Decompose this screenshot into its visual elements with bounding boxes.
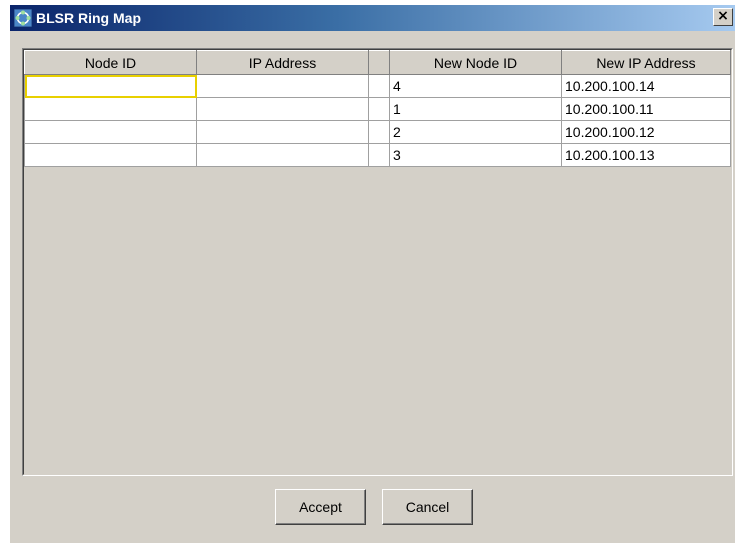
spacer-cell (368, 97, 390, 121)
spacer-cell (368, 120, 390, 144)
title-bar[interactable]: BLSR Ring Map × (10, 5, 735, 31)
accept-button[interactable]: Accept (275, 489, 366, 525)
close-icon: × (717, 8, 729, 24)
table-panel: Node ID IP Address New Node ID New IP Ad… (22, 48, 733, 476)
blsr-ring-map-dialog: BLSR Ring Map × Node ID IP Address New N… (9, 4, 735, 543)
node-id-cell[interactable] (24, 97, 197, 121)
column-header-node-id[interactable]: Node ID (24, 50, 197, 75)
ring-map-table: Node ID IP Address New Node ID New IP Ad… (24, 50, 731, 167)
new-ip-address-cell[interactable]: 10.200.100.11 (561, 97, 731, 121)
node-id-cell[interactable] (24, 74, 197, 98)
new-ip-address-cell[interactable]: 10.200.100.14 (561, 74, 731, 98)
new-ip-address-cell[interactable]: 10.200.100.12 (561, 120, 731, 144)
new-node-id-cell[interactable]: 2 (389, 120, 562, 144)
ip-address-cell[interactable] (196, 74, 369, 98)
ip-address-cell[interactable] (196, 97, 369, 121)
new-node-id-cell[interactable]: 3 (389, 143, 562, 167)
table-header-row: Node ID IP Address New Node ID New IP Ad… (24, 50, 731, 75)
column-header-new-node-id[interactable]: New Node ID (389, 50, 562, 75)
spacer-cell (368, 74, 390, 98)
node-id-cell[interactable] (24, 120, 197, 144)
column-header-new-ip-address[interactable]: New IP Address (561, 50, 731, 75)
close-button[interactable]: × (713, 8, 733, 26)
column-header-ip-address[interactable]: IP Address (196, 50, 369, 75)
column-header-spacer (368, 50, 390, 75)
new-node-id-cell[interactable]: 4 (389, 74, 562, 98)
spacer-cell (368, 143, 390, 167)
table-row: 4 10.200.100.14 (24, 74, 731, 98)
new-ip-address-cell[interactable]: 10.200.100.13 (561, 143, 731, 167)
table-row: 3 10.200.100.13 (24, 143, 731, 167)
window-title: BLSR Ring Map (36, 10, 141, 26)
table-row: 2 10.200.100.12 (24, 120, 731, 144)
new-node-id-cell[interactable]: 1 (389, 97, 562, 121)
ring-map-icon (14, 9, 32, 27)
ip-address-cell[interactable] (196, 120, 369, 144)
cancel-button[interactable]: Cancel (382, 489, 473, 525)
ip-address-cell[interactable] (196, 143, 369, 167)
table-row: 1 10.200.100.11 (24, 97, 731, 121)
node-id-cell[interactable] (24, 143, 197, 167)
